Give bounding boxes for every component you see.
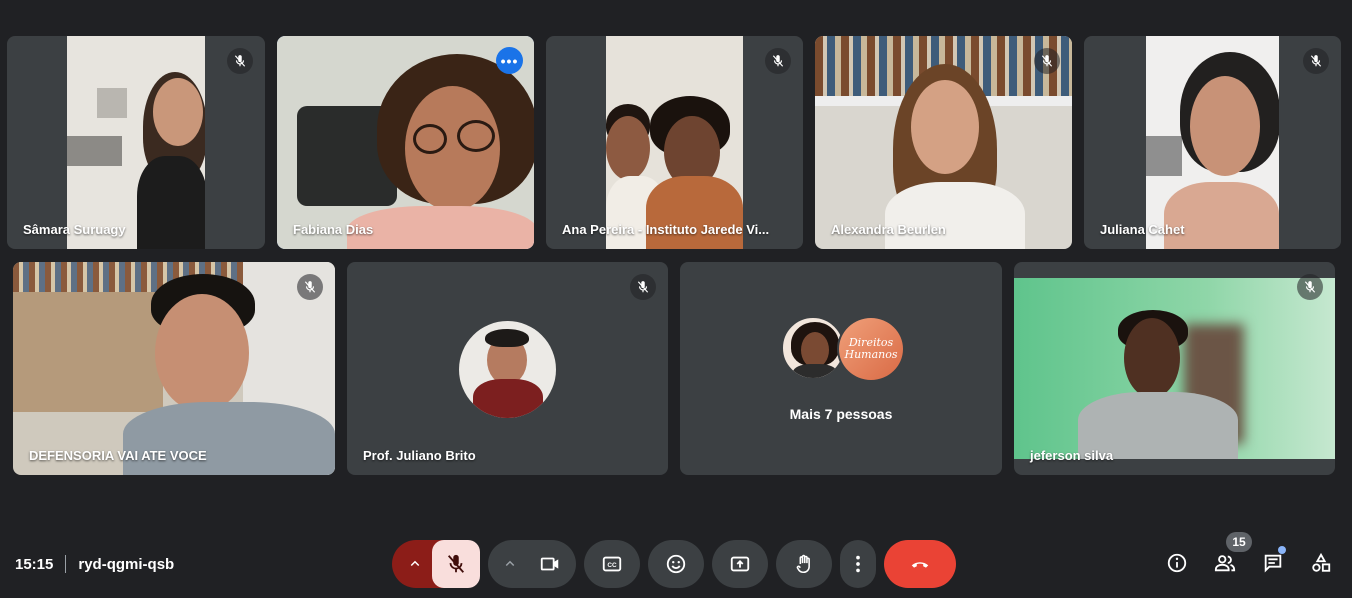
emoji-icon [666,554,686,574]
present-button[interactable] [712,540,768,588]
participant-name: Fabiana Dias [293,222,374,237]
participant-tile-defensoria[interactable]: DEFENSORIA VAI ATE VOCE [13,262,335,475]
avatar [781,316,845,380]
meeting-info: 15:15 ryd-qgmi-qsb [15,555,174,573]
avatar [459,321,556,418]
participant-tile-jeferson[interactable]: jeferson silva [1014,262,1335,475]
participant-name: Alexandra Beurlen [831,222,946,237]
meeting-code: ryd-qgmi-qsb [78,555,175,573]
mic-muted-icon [1034,48,1060,74]
hand-icon [796,554,810,574]
call-end-icon [911,562,929,568]
leave-call-button[interactable] [884,540,956,588]
participant-tile-alexandra[interactable]: Alexandra Beurlen [815,36,1072,249]
mic-muted-icon [1297,274,1323,300]
chevron-up-icon [410,560,420,567]
people-icon [1214,555,1236,572]
camera-group [488,540,576,588]
activities-button[interactable] [1306,548,1336,578]
avatar: Direitos Humanos [837,316,905,382]
mic-muted-icon [630,274,656,300]
mic-muted-icon [1303,48,1329,74]
participant-video [67,36,205,249]
meeting-time: 15:15 [15,555,54,573]
unread-indicator [1278,546,1286,554]
participant-tile-juliano[interactable]: Prof. Juliano Brito [347,262,668,475]
participant-video [277,36,534,249]
chat-icon [1264,554,1282,573]
raise-hand-button[interactable] [776,540,832,588]
meeting-details-button[interactable] [1162,548,1192,578]
present-screen-icon [730,556,750,572]
participant-name: DEFENSORIA VAI ATE VOCE [29,448,207,463]
participant-tile-fabiana[interactable]: ••• Fabiana Dias [277,36,534,249]
participant-name: Prof. Juliano Brito [363,448,476,463]
participant-video [1146,36,1279,249]
info-icon [1167,553,1187,573]
participant-name: Ana Pereira - Instituto Jarede Vi... [562,222,770,237]
camera-options-button[interactable] [492,555,528,573]
reactions-button[interactable] [648,540,704,588]
closed-caption-icon: CC [602,556,622,572]
more-vert-icon [856,555,860,573]
participant-name: jeferson silva [1030,448,1114,463]
mic-muted-icon [765,48,791,74]
captions-button[interactable]: CC [584,540,640,588]
participant-tile-ana[interactable]: Ana Pereira - Instituto Jarede Vi... [546,36,803,249]
mic-muted-icon [227,48,253,74]
svg-text:CC: CC [607,562,617,569]
avatar-text: Direitos Humanos [844,336,898,361]
mic-off-icon [447,554,465,573]
participant-tile-juliana[interactable]: Juliana Cahet [1084,36,1341,249]
more-people-label: Mais 7 pessoas [789,406,893,422]
participant-name: Sâmara Suruagy [23,222,126,237]
participant-video [13,262,335,475]
people-button[interactable] [1210,548,1240,578]
activities-icon [1312,552,1331,572]
microphone-button[interactable] [432,540,480,588]
mic-muted-icon [297,274,323,300]
divider [65,555,67,573]
videocam-icon [540,557,559,571]
participant-video [606,36,743,249]
participant-tile-samara[interactable]: Sâmara Suruagy [7,36,265,249]
more-options-button[interactable] [840,540,876,588]
participant-video [815,36,1072,249]
more-options-icon[interactable]: ••• [496,47,523,74]
overflow-participants-tile[interactable]: Direitos Humanos Mais 7 pessoas [680,262,1002,475]
participant-video [1014,278,1335,459]
chevron-up-icon [505,560,515,567]
participant-name: Juliana Cahet [1100,222,1185,237]
camera-button[interactable] [528,553,572,575]
